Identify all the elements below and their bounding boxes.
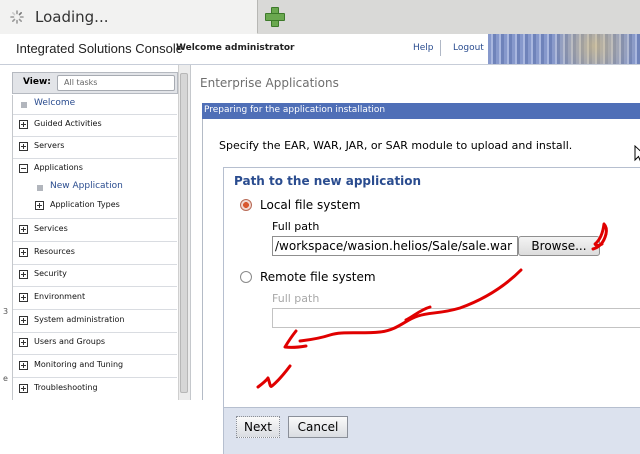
- console-brand: Integrated Solutions Console: [16, 41, 183, 56]
- view-filter-bar: View: All tasks: [12, 72, 178, 94]
- remote-full-path-label: Full path: [272, 292, 320, 305]
- expand-icon[interactable]: [19, 361, 28, 370]
- local-full-path-input[interactable]: /workspace/wasion.helios/Sale/sale.war: [272, 236, 518, 256]
- browser-tab[interactable]: Loading...: [0, 0, 258, 34]
- logout-link[interactable]: Logout: [453, 43, 484, 53]
- nav-item-label: Environment: [34, 292, 86, 301]
- nav-divider: [13, 136, 177, 137]
- local-file-system-label: Local file system: [260, 198, 361, 212]
- button-bar: Next Cancel: [223, 407, 640, 454]
- nav-divider: [13, 286, 177, 287]
- expand-icon[interactable]: [19, 225, 28, 234]
- edge-glyph: 3: [3, 307, 9, 316]
- path-group: Path to the new application Local file s…: [223, 167, 640, 424]
- browser-tab-title: Loading...: [35, 8, 109, 26]
- bullet-icon: [37, 185, 43, 191]
- collapse-icon[interactable]: [19, 164, 28, 173]
- nav-item-label: Applications: [34, 163, 83, 172]
- expand-icon[interactable]: [19, 384, 28, 393]
- full-path-label: Full path: [272, 220, 320, 233]
- mouse-pointer-icon: [634, 145, 640, 162]
- browse-button[interactable]: Browse...: [518, 236, 600, 256]
- nav-divider: [13, 218, 177, 219]
- plus-icon[interactable]: [264, 6, 285, 27]
- view-label: View:: [23, 77, 51, 87]
- expand-icon[interactable]: [19, 248, 28, 257]
- view-select-value: All tasks: [64, 78, 98, 87]
- remote-file-system-radio[interactable]: [240, 271, 252, 283]
- nav-item-label: Security: [34, 269, 67, 278]
- nav-item-label: System administration: [34, 315, 125, 324]
- expand-icon[interactable]: [19, 120, 28, 129]
- nav-item-label: Services: [34, 224, 68, 233]
- nav-divider: [13, 309, 177, 310]
- next-button[interactable]: Next: [236, 416, 280, 438]
- header-banner-highlight: [488, 34, 640, 64]
- panel-header: Preparing for the application installati…: [202, 103, 640, 119]
- group-title: Path to the new application: [234, 174, 422, 188]
- expand-icon[interactable]: [19, 338, 28, 347]
- cancel-button[interactable]: Cancel: [288, 416, 348, 438]
- expand-icon[interactable]: [19, 270, 28, 279]
- remote-full-path-input[interactable]: [272, 308, 640, 328]
- browser-tab-strip: Loading...: [0, 0, 640, 34]
- remote-file-system-label: Remote file system: [260, 270, 376, 284]
- welcome-message: Welcome administrator: [176, 43, 295, 53]
- nav-divider: [13, 354, 177, 355]
- nav-divider: [13, 158, 177, 159]
- panel-body: Specify the EAR, WAR, JAR, or SAR module…: [202, 119, 640, 454]
- edge-glyph: e: [3, 374, 8, 383]
- nav-item-label: Welcome: [34, 98, 76, 108]
- header-divider: [440, 40, 441, 56]
- nav-divider: [13, 332, 177, 333]
- nav-divider: [13, 114, 177, 115]
- expand-icon[interactable]: [19, 316, 28, 325]
- nav-divider: [13, 377, 177, 378]
- nav-item-label: Servers: [34, 141, 65, 150]
- nav-item-label: Troubleshooting: [34, 383, 98, 392]
- nav-item-label: Application Types: [50, 200, 120, 209]
- local-full-path-value: /workspace/wasion.helios/Sale/sale.war: [275, 239, 513, 253]
- view-select[interactable]: All tasks: [57, 75, 175, 91]
- local-file-system-radio[interactable]: [240, 199, 252, 211]
- bullet-icon: [21, 102, 27, 108]
- nav-item-label: Monitoring and Tuning: [34, 360, 124, 369]
- navigation-tree: Welcome Guided Activities Servers Applic…: [12, 95, 180, 400]
- panel-title: Preparing for the application installati…: [204, 105, 386, 115]
- help-link[interactable]: Help: [413, 43, 434, 53]
- navigation-scrollbar[interactable]: [178, 65, 190, 400]
- expand-icon[interactable]: [19, 293, 28, 302]
- instructions-text: Specify the EAR, WAR, JAR, or SAR module…: [219, 139, 573, 152]
- navigation-panel: View: All tasks Welcome Guided Activitie…: [0, 65, 191, 400]
- nav-item-label: New Application: [50, 181, 123, 191]
- nav-item-label: Guided Activities: [34, 119, 102, 128]
- nav-item-label: Users and Groups: [34, 337, 106, 346]
- expand-icon[interactable]: [19, 142, 28, 151]
- expand-icon[interactable]: [35, 201, 44, 210]
- loading-spinner-icon: [10, 10, 24, 24]
- nav-divider: [13, 241, 177, 242]
- nav-divider: [13, 264, 177, 265]
- nav-item-label: Resources: [34, 247, 75, 256]
- main-content: Enterprise Applications Preparing for th…: [192, 65, 640, 454]
- breadcrumb: Enterprise Applications: [200, 76, 339, 90]
- console-header: Integrated Solutions Console Welcome adm…: [0, 34, 640, 65]
- scrollbar-thumb[interactable]: [180, 73, 188, 393]
